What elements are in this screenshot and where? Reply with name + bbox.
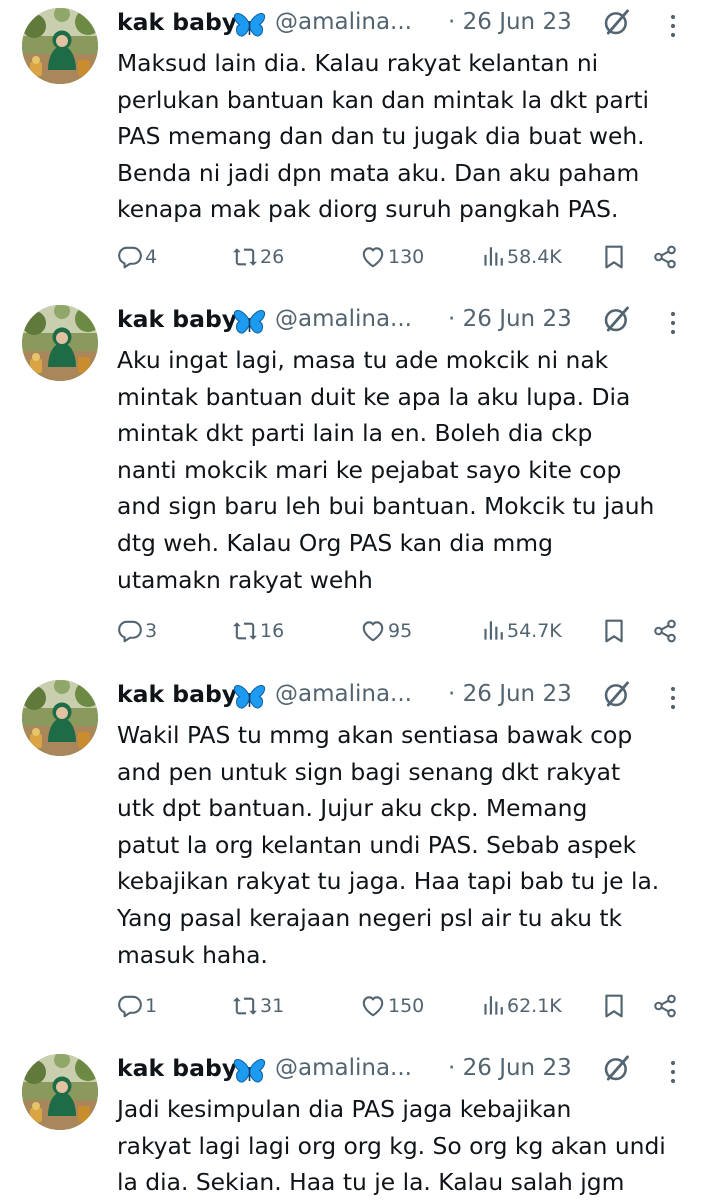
retweet-icon [232,618,258,644]
views-icon [479,993,505,1019]
reply-button[interactable]: 1 [117,991,157,1021]
tweet[interactable]: kak baby @amalina... · 26 Jun 23 Jadi ke… [0,1054,715,1200]
retweet-icon [232,993,258,1019]
timestamp[interactable]: · 26 Jun 23 [448,306,572,332]
action-bar: 1 31 150 62.1K [117,991,697,1021]
grok-icon[interactable] [603,305,631,333]
share-button[interactable] [652,991,678,1021]
butterfly-icon [233,1057,266,1087]
like-count: 150 [388,995,425,1017]
butterfly-icon [233,308,266,338]
like-button[interactable]: 130 [360,242,424,272]
tweet[interactable]: kak baby @amalina... · 26 Jun 23 Wakil P… [0,680,715,1025]
share-icon [652,993,678,1019]
views-button[interactable]: 62.1K [479,991,562,1021]
butterfly-icon [233,683,266,713]
views-icon [479,244,505,270]
grok-icon[interactable] [603,680,631,708]
heart-icon [360,244,386,270]
timestamp[interactable]: · 26 Jun 23 [448,9,572,35]
avatar[interactable] [22,8,98,84]
views-button[interactable]: 54.7K [479,616,562,646]
timestamp[interactable]: · 26 Jun 23 [448,1055,572,1081]
reply-button[interactable]: 4 [117,242,157,272]
bookmark-icon [601,244,627,270]
display-name[interactable]: kak baby [117,8,237,36]
retweet-button[interactable]: 16 [232,616,284,646]
reply-count: 4 [145,246,158,268]
grok-icon[interactable] [603,8,631,36]
reply-icon [117,244,143,270]
share-icon [652,618,678,644]
action-bar: 4 26 130 58.4K [117,242,697,272]
tweet-header: kak baby @amalina... · 26 Jun 23 [117,680,697,716]
avatar[interactable] [22,680,98,756]
heart-icon [360,993,386,1019]
avatar[interactable] [22,305,98,381]
bookmark-button[interactable] [601,991,627,1021]
timestamp[interactable]: · 26 Jun 23 [448,681,572,707]
action-bar: 3 16 95 54.7K [117,616,697,646]
views-icon [479,618,505,644]
like-count: 130 [388,246,425,268]
reply-icon [117,993,143,1019]
like-button[interactable]: 95 [360,616,412,646]
retweet-button[interactable]: 26 [232,242,284,272]
views-count: 54.7K [507,620,562,642]
retweet-button[interactable]: 31 [232,991,284,1021]
like-count: 95 [388,620,413,642]
like-button[interactable]: 150 [360,991,424,1021]
bookmark-button[interactable] [601,616,627,646]
retweet-icon [232,244,258,270]
bookmark-button[interactable] [601,242,627,272]
tweet-header: kak baby @amalina... · 26 Jun 23 [117,305,697,341]
user-handle[interactable]: @amalina... [275,306,412,332]
more-icon[interactable] [669,311,677,335]
reply-count: 3 [145,620,158,642]
share-button[interactable] [652,616,678,646]
display-name[interactable]: kak baby [117,1054,237,1082]
user-handle[interactable]: @amalina... [275,9,412,35]
butterfly-icon [233,11,266,41]
more-icon[interactable] [669,686,677,710]
tweet-text: Maksud lain dia. Kalau rakyat kelantan n… [117,49,649,224]
views-count: 58.4K [507,246,562,268]
tweet-header: kak baby @amalina... · 26 Jun 23 [117,8,697,44]
grok-icon[interactable] [603,1054,631,1082]
bookmark-icon [601,993,627,1019]
display-name[interactable]: kak baby [117,680,237,708]
share-icon [652,244,678,270]
views-count: 62.1K [507,995,562,1017]
tweet[interactable]: kak baby @amalina... · 26 Jun 23 Maksud … [0,8,715,278]
avatar[interactable] [22,1054,98,1130]
more-icon[interactable] [669,1060,677,1084]
reply-count: 1 [145,995,158,1017]
tweet[interactable]: kak baby @amalina... · 26 Jun 23 Aku ing… [0,305,715,650]
retweet-count: 16 [260,620,285,642]
retweet-count: 26 [260,246,285,268]
more-icon[interactable] [669,14,677,38]
reply-icon [117,618,143,644]
user-handle[interactable]: @amalina... [275,681,412,707]
tweet-text: Aku ingat lagi, masa tu ade mokcik ni na… [117,346,655,594]
tweet-text: Jadi kesimpulan dia PAS jaga kebajikan r… [117,1095,666,1197]
heart-icon [360,618,386,644]
bookmark-icon [601,618,627,644]
user-handle[interactable]: @amalina... [275,1055,412,1081]
views-button[interactable]: 58.4K [479,242,562,272]
tweet-text: Wakil PAS tu mmg akan sentiasa bawak cop… [117,721,660,969]
display-name[interactable]: kak baby [117,305,237,333]
share-button[interactable] [652,242,678,272]
tweet-header: kak baby @amalina... · 26 Jun 23 [117,1054,697,1090]
reply-button[interactable]: 3 [117,616,157,646]
retweet-count: 31 [260,995,285,1017]
